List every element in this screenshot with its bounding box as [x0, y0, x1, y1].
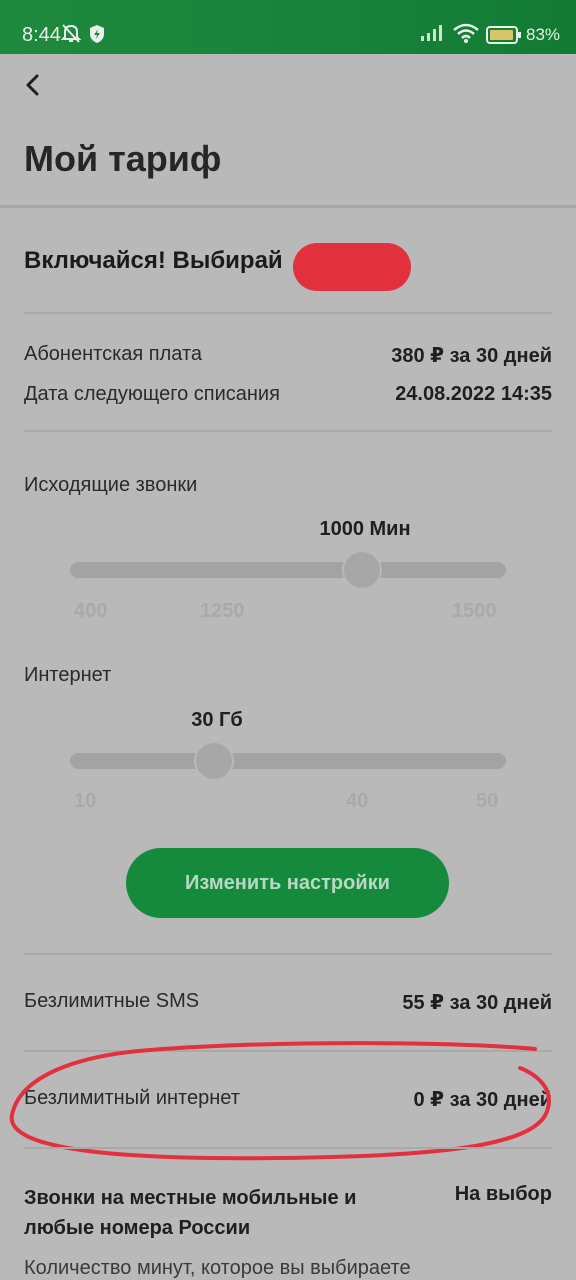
signal-icon [420, 22, 446, 48]
divider [24, 953, 552, 955]
calls-slider-value: 1000 Мин [319, 518, 411, 540]
divider [24, 1147, 552, 1149]
internet-slider-track[interactable] [70, 753, 506, 769]
unlimited-sms-label: Безлимитные SMS [24, 990, 200, 1012]
page-title: Мой тариф [24, 138, 222, 179]
next-charge-date-label: Дата следующего списания [24, 383, 280, 405]
unlimited-internet-label: Безлимитный интернет [24, 1087, 240, 1109]
wifi-icon [452, 22, 480, 50]
battery-percent: 83% [526, 25, 561, 44]
next-charge-date-value: 24.08.2022 14:35 [395, 383, 552, 405]
internet-slider-thumb[interactable] [193, 741, 234, 781]
internet-slider-label: Интернет [24, 664, 112, 686]
status-time: 8:44 [22, 24, 61, 46]
battery-icon [486, 26, 522, 50]
back-button[interactable] [18, 70, 48, 100]
internet-tick-max: 50 [476, 790, 499, 812]
divider [24, 430, 552, 432]
internet-tick-min: 10 [74, 790, 97, 812]
local-calls-option-label: Звонки на местные мобильные и любые номе… [24, 1187, 357, 1239]
local-calls-option-value: На выбор [454, 1183, 552, 1205]
header-divider [0, 205, 576, 208]
subscription-fee-label: Абонентская плата [24, 343, 203, 365]
shield-icon [88, 24, 106, 50]
internet-slider-value: 30 Гб [191, 709, 243, 731]
internet-tick-mid: 40 [346, 790, 369, 812]
tariff-name: Включайся! Выбирай [24, 247, 283, 274]
divider [24, 1050, 552, 1052]
calls-tick-min: 400 [74, 600, 108, 622]
minutes-description: Количество минут, которое вы выбираете [24, 1257, 411, 1279]
calls-slider-thumb[interactable] [342, 550, 383, 590]
status-bar: 8:44 83% [0, 0, 576, 54]
calls-slider-label: Исходящие звонки [24, 474, 198, 496]
subscription-fee-value: 380 ₽ за 30 дней [391, 345, 552, 367]
calls-tick-mid: 1250 [200, 600, 245, 622]
change-settings-button[interactable]: Изменить настройки [126, 848, 449, 918]
divider [24, 312, 552, 314]
chevron-left-icon [26, 74, 39, 96]
bell-muted-icon [60, 22, 82, 50]
redaction-mark [293, 243, 411, 291]
unlimited-sms-value: 55 ₽ за 30 дней [402, 992, 552, 1014]
unlimited-internet-value: 0 ₽ за 30 дней [413, 1089, 552, 1111]
calls-slider-track[interactable] [70, 562, 506, 578]
calls-tick-max: 1500 [452, 600, 497, 622]
